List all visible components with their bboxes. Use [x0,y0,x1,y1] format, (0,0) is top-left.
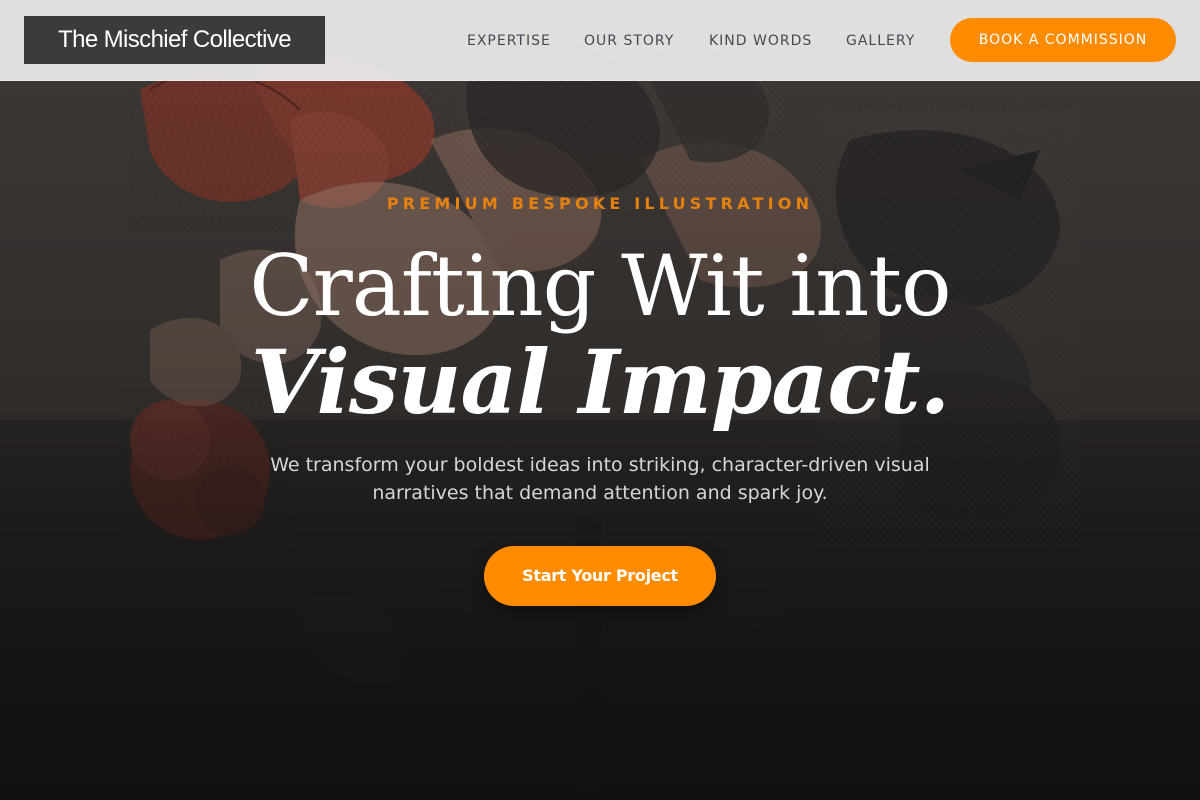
hero-headline-line1: Crafting Wit into [249,237,951,335]
nav-link-our-story[interactable]: OUR STORY [584,29,674,53]
hero-headline: Crafting Wit into Visual Impact. [0,236,1200,428]
nav-link-kind-words[interactable]: KIND WORDS [709,29,812,53]
hero-headline-line2: Visual Impact. [250,330,950,434]
start-project-button[interactable]: Start Your Project [484,546,716,606]
hero-eyebrow: PREMIUM BESPOKE ILLUSTRATION [386,194,814,213]
site-logo[interactable]: The Mischief Collective [24,16,325,64]
hero-subtitle: We transform your boldest ideas into str… [270,454,930,504]
nav-link-gallery[interactable]: GALLERY [846,29,915,53]
nav-link-expertise[interactable]: EXPERTISE [467,29,551,53]
site-header: The Mischief Collective EXPERTISE OUR ST… [0,0,1200,81]
book-commission-button[interactable]: BOOK A COMMISSION [950,18,1176,62]
